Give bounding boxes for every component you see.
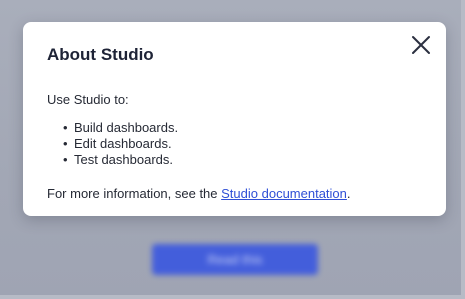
list-item: • Edit dashboards. bbox=[63, 136, 178, 152]
feature-list: • Build dashboards. • Edit dashboards. • Te… bbox=[63, 120, 178, 168]
window-edge-bottom bbox=[0, 295, 465, 299]
more-info-suffix: . bbox=[346, 186, 351, 201]
list-item-text: Build dashboards. bbox=[74, 120, 179, 135]
dialog-intro: Use Studio to: bbox=[47, 92, 129, 107]
close-icon bbox=[412, 36, 430, 54]
bullet-icon: • bbox=[63, 136, 68, 151]
dialog-title: About Studio bbox=[47, 45, 154, 64]
list-item-text: Edit dashboards. bbox=[74, 136, 172, 151]
about-dialog: About Studio Use Studio to: • Build dashb… bbox=[23, 22, 446, 216]
studio-documentation-link[interactable]: Studio documentation bbox=[221, 186, 347, 201]
list-item: • Build dashboards. bbox=[63, 120, 178, 136]
more-info-text: For more information, see the Studio doc… bbox=[47, 186, 351, 201]
background-button: Read this bbox=[152, 244, 318, 275]
more-info-prefix: For more information, see the bbox=[47, 186, 222, 201]
close-button[interactable] bbox=[406, 30, 436, 60]
window-edge-right bbox=[461, 0, 465, 299]
list-item-text: Test dashboards. bbox=[74, 152, 174, 167]
list-item: • Test dashboards. bbox=[63, 152, 178, 168]
bullet-icon: • bbox=[63, 152, 68, 167]
bullet-icon: • bbox=[63, 120, 68, 135]
